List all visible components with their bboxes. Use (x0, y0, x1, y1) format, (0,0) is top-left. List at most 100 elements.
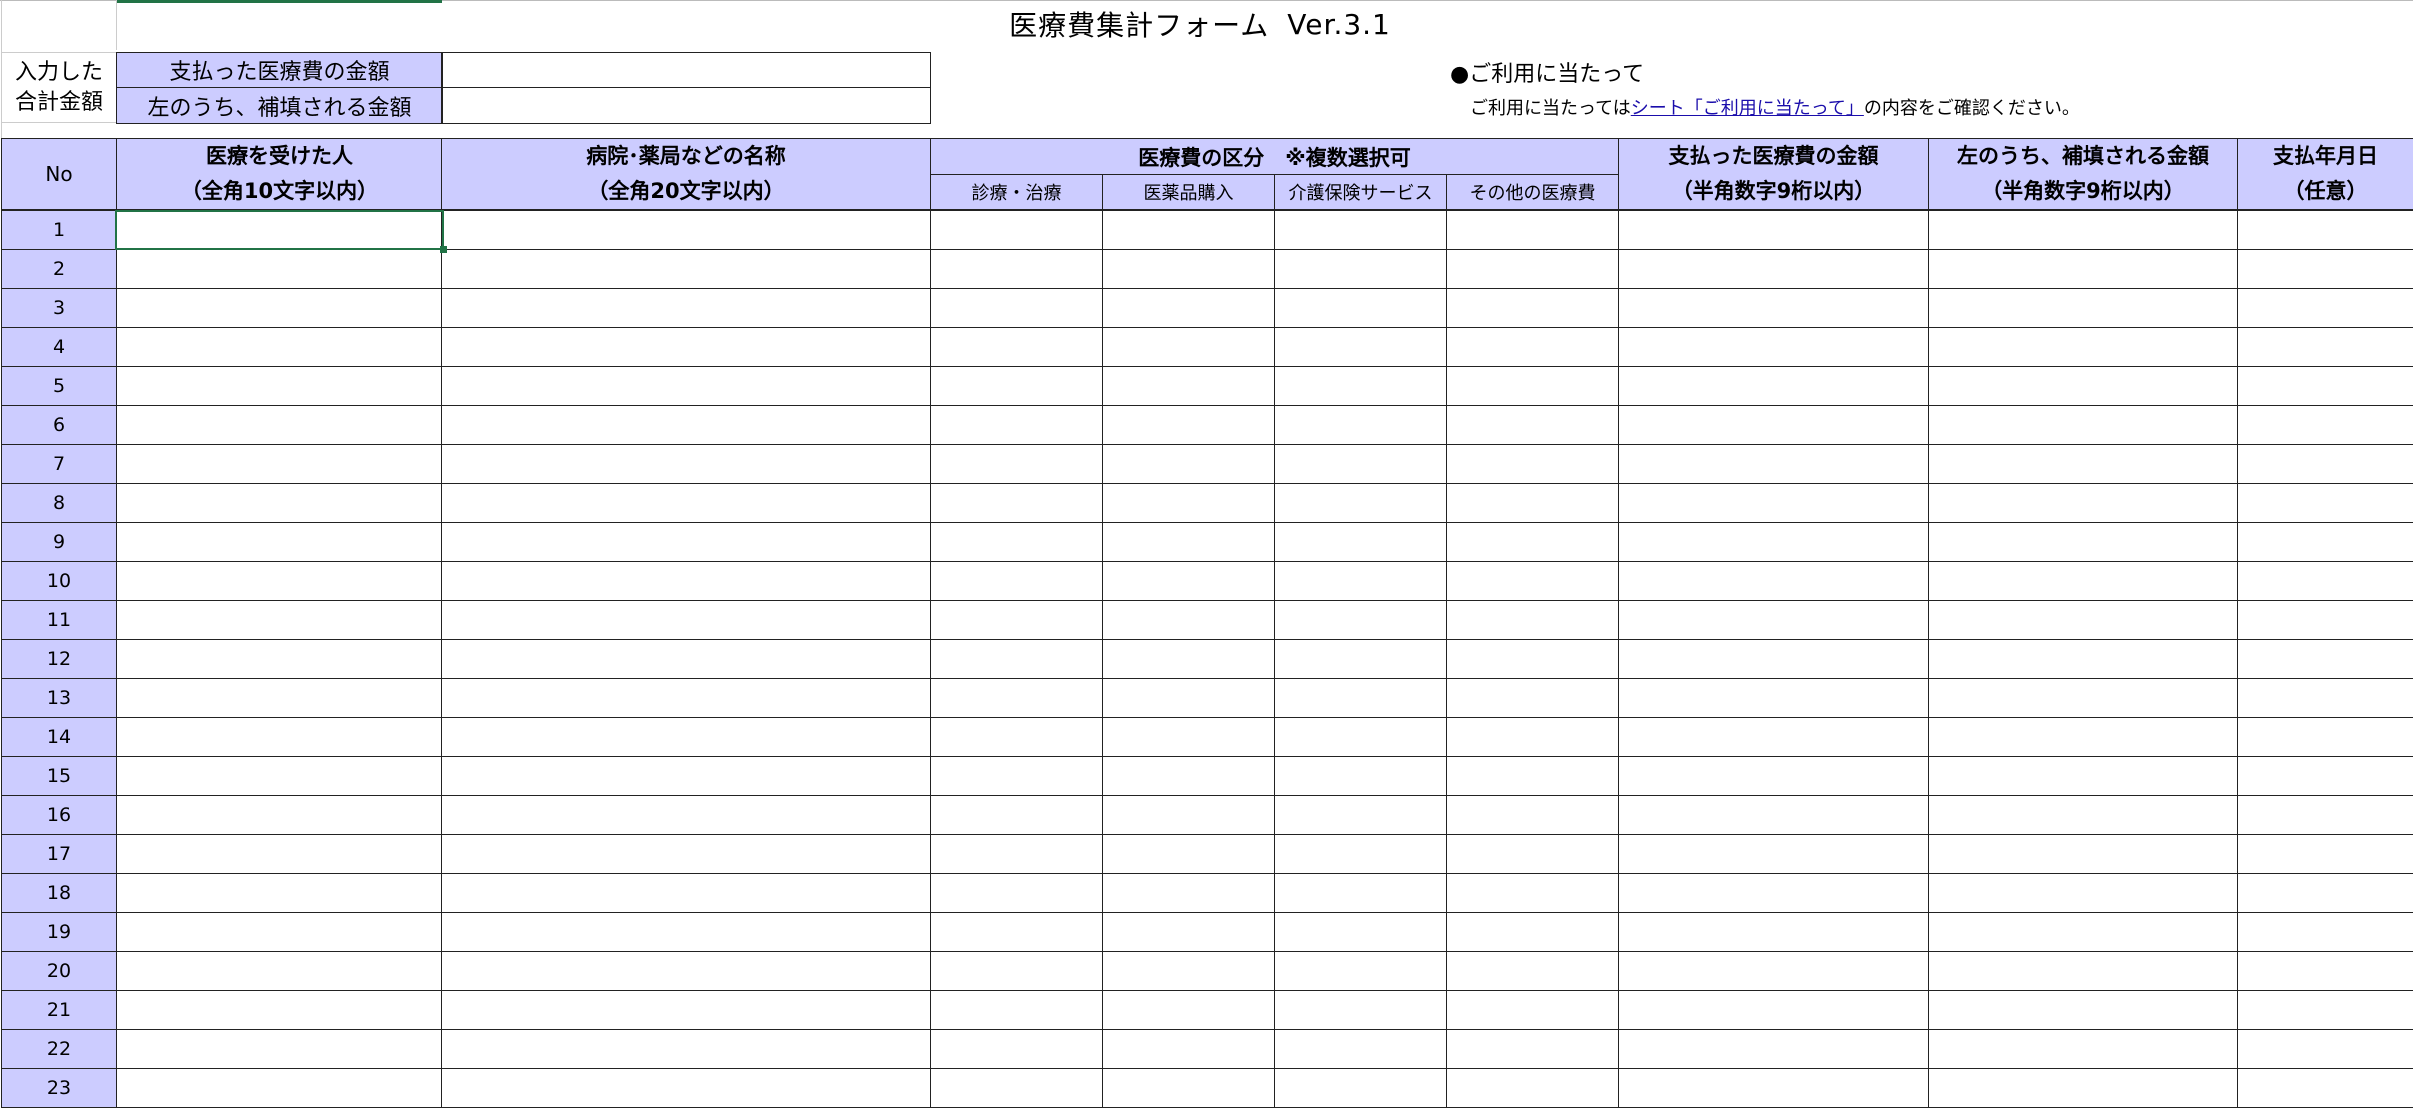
cell-other[interactable] (1446, 288, 1619, 328)
cell-paid[interactable] (1618, 639, 1929, 679)
cell-reimbursed[interactable] (1928, 444, 2238, 484)
cell-paid[interactable] (1618, 522, 1929, 562)
cell-person[interactable] (116, 600, 442, 640)
cell-care[interactable] (1274, 444, 1447, 484)
cell-care[interactable] (1274, 366, 1447, 406)
cell-facility[interactable] (441, 405, 931, 445)
cell-treatment[interactable] (930, 405, 1103, 445)
cell-treatment[interactable] (930, 717, 1103, 757)
cell-medicine[interactable] (1102, 210, 1275, 250)
cell-care[interactable] (1274, 834, 1447, 874)
cell-care[interactable] (1274, 678, 1447, 718)
cell-person[interactable] (116, 951, 442, 991)
cell-medicine[interactable] (1102, 405, 1275, 445)
cell-person[interactable] (116, 522, 442, 562)
cell-date[interactable] (2237, 249, 2413, 289)
cell-reimbursed[interactable] (1928, 990, 2238, 1030)
cell-facility[interactable] (441, 1029, 931, 1069)
cell-treatment[interactable] (930, 561, 1103, 601)
cell-reimbursed[interactable] (1928, 483, 2238, 523)
cell-care[interactable] (1274, 405, 1447, 445)
cell-date[interactable] (2237, 600, 2413, 640)
cell-paid[interactable] (1618, 678, 1929, 718)
cell-treatment[interactable] (930, 288, 1103, 328)
cell-other[interactable] (1446, 795, 1619, 835)
cell-medicine[interactable] (1102, 366, 1275, 406)
cell-other[interactable] (1446, 327, 1619, 367)
cell-paid[interactable] (1618, 366, 1929, 406)
cell-facility[interactable] (441, 756, 931, 796)
cell-other[interactable] (1446, 210, 1619, 250)
cell-other[interactable] (1446, 405, 1619, 445)
cell-facility[interactable] (441, 366, 931, 406)
cell-facility[interactable] (441, 561, 931, 601)
cell-paid[interactable] (1618, 288, 1929, 328)
cell-paid[interactable] (1618, 483, 1929, 523)
cell-facility[interactable] (441, 249, 931, 289)
cell-other[interactable] (1446, 1029, 1619, 1069)
cell-care[interactable] (1274, 795, 1447, 835)
cell-care[interactable] (1274, 1068, 1447, 1108)
cell-medicine[interactable] (1102, 600, 1275, 640)
cell-date[interactable] (2237, 210, 2413, 250)
cell-treatment[interactable] (930, 210, 1103, 250)
cell-reimbursed[interactable] (1928, 756, 2238, 796)
cell-date[interactable] (2237, 756, 2413, 796)
cell-medicine[interactable] (1102, 990, 1275, 1030)
cell-person[interactable] (116, 834, 442, 874)
cell-reimbursed[interactable] (1928, 1068, 2238, 1108)
cell-reimbursed[interactable] (1928, 249, 2238, 289)
cell-paid[interactable] (1618, 834, 1929, 874)
cell-treatment[interactable] (930, 678, 1103, 718)
cell-reimbursed[interactable] (1928, 405, 2238, 445)
cell-person[interactable] (116, 249, 442, 289)
cell-care[interactable] (1274, 522, 1447, 562)
cell-medicine[interactable] (1102, 873, 1275, 913)
cell-care[interactable] (1274, 912, 1447, 952)
cell-reimbursed[interactable] (1928, 795, 2238, 835)
cell-facility[interactable] (441, 717, 931, 757)
cell-medicine[interactable] (1102, 678, 1275, 718)
cell-other[interactable] (1446, 873, 1619, 913)
cell-medicine[interactable] (1102, 288, 1275, 328)
cell-treatment[interactable] (930, 600, 1103, 640)
cell-treatment[interactable] (930, 795, 1103, 835)
cell-treatment[interactable] (930, 951, 1103, 991)
cell-date[interactable] (2237, 444, 2413, 484)
cell-date[interactable] (2237, 483, 2413, 523)
cell-treatment[interactable] (930, 249, 1103, 289)
cell-other[interactable] (1446, 444, 1619, 484)
cell-medicine[interactable] (1102, 717, 1275, 757)
cell-medicine[interactable] (1102, 834, 1275, 874)
cell-other[interactable] (1446, 249, 1619, 289)
cell-paid[interactable] (1618, 756, 1929, 796)
cell-treatment[interactable] (930, 1068, 1103, 1108)
cell-date[interactable] (2237, 834, 2413, 874)
cell-facility[interactable] (441, 951, 931, 991)
cell-reimbursed[interactable] (1928, 366, 2238, 406)
cell-other[interactable] (1446, 1068, 1619, 1108)
cell-treatment[interactable] (930, 990, 1103, 1030)
cell-facility[interactable] (441, 600, 931, 640)
cell-person[interactable] (116, 483, 442, 523)
cell-care[interactable] (1274, 249, 1447, 289)
cell-date[interactable] (2237, 639, 2413, 679)
cell-date[interactable] (2237, 795, 2413, 835)
cell-person[interactable] (116, 444, 442, 484)
cell-facility[interactable] (441, 678, 931, 718)
cell-person[interactable] (116, 717, 442, 757)
cell-treatment[interactable] (930, 366, 1103, 406)
cell-other[interactable] (1446, 717, 1619, 757)
cell-date[interactable] (2237, 405, 2413, 445)
cell-person[interactable] (116, 366, 442, 406)
cell-person[interactable] (116, 990, 442, 1030)
cell-paid[interactable] (1618, 1029, 1929, 1069)
cell-reimbursed[interactable] (1928, 912, 2238, 952)
cell-medicine[interactable] (1102, 756, 1275, 796)
cell-facility[interactable] (441, 522, 931, 562)
cell-medicine[interactable] (1102, 522, 1275, 562)
cell-medicine[interactable] (1102, 951, 1275, 991)
cell-date[interactable] (2237, 327, 2413, 367)
cell-medicine[interactable] (1102, 327, 1275, 367)
cell-facility[interactable] (441, 210, 931, 250)
